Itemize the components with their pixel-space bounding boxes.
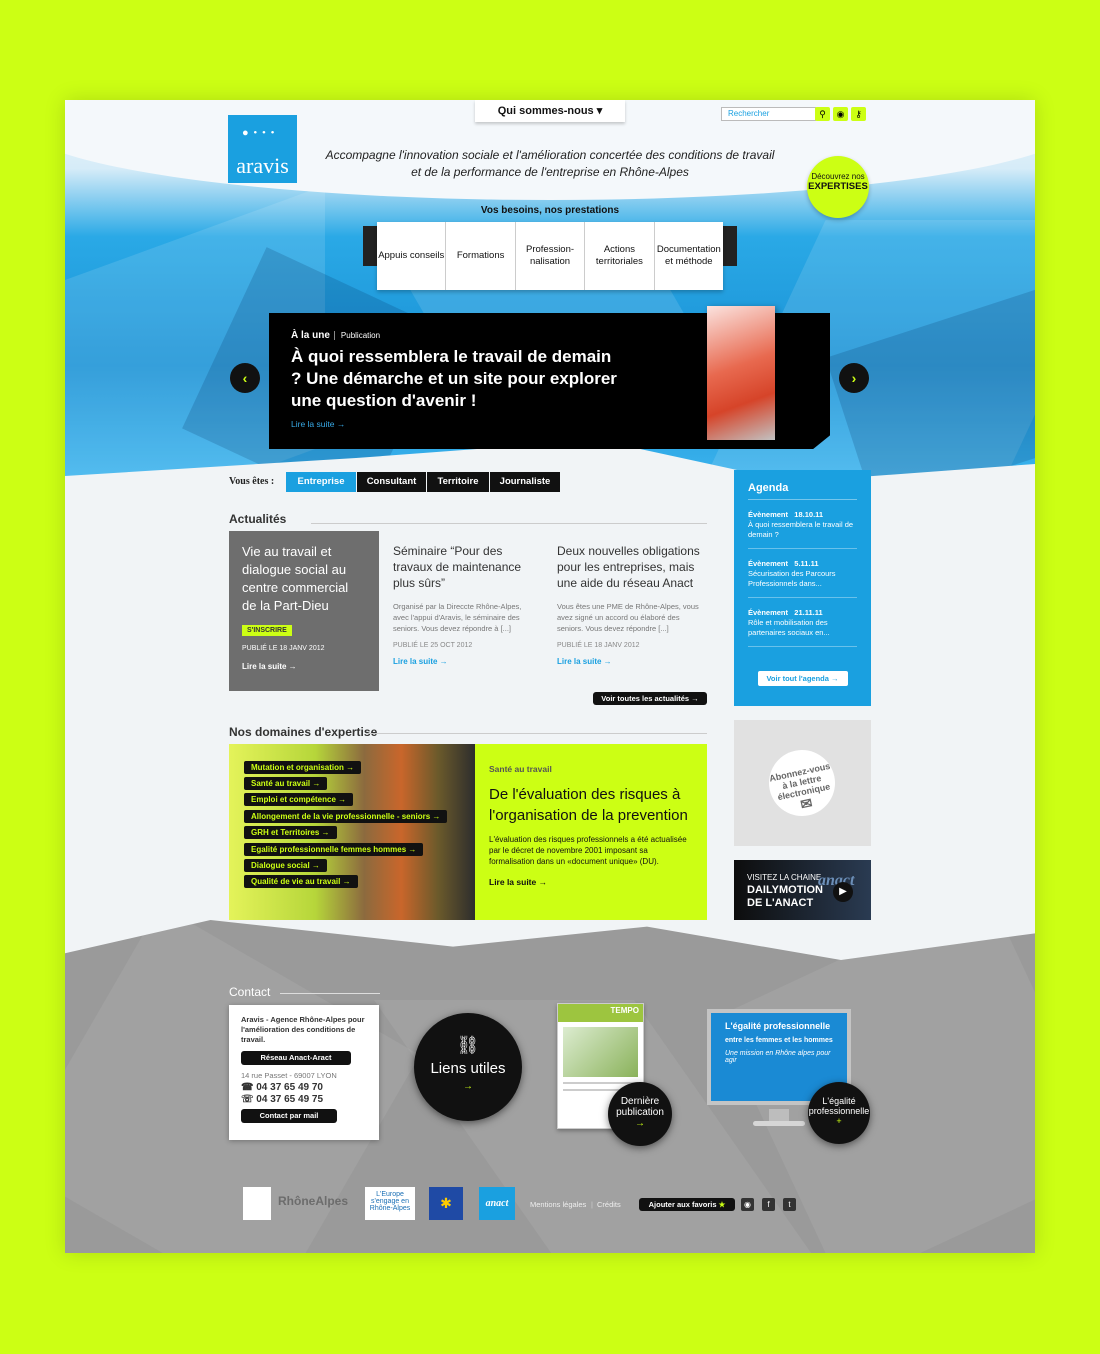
- search-input[interactable]: Rechercher: [721, 107, 816, 121]
- inscription-button[interactable]: S'INSCRIRE: [242, 625, 292, 636]
- all-news-button[interactable]: Voir toutes les actualités →: [593, 692, 707, 705]
- expertises-button[interactable]: Découvrez nos EXPERTISES: [807, 156, 869, 218]
- network-button[interactable]: Réseau Anact-Aract: [241, 1051, 351, 1065]
- equality-button[interactable]: L'égalité professionnelle +: [808, 1082, 870, 1144]
- audience-label: Vous êtes :: [229, 476, 275, 487]
- agenda-event[interactable]: Évènement 5.11.11 Sécurisation des Parcou…: [748, 559, 857, 598]
- nav-formations[interactable]: Formations: [446, 222, 516, 290]
- prev-arrow-icon[interactable]: ‹: [230, 363, 260, 393]
- expertise-item[interactable]: Santé au travail →: [244, 777, 328, 790]
- republique-logo[interactable]: [243, 1187, 271, 1220]
- expertise-read-more[interactable]: Lire la suite →: [489, 877, 693, 887]
- tab-journaliste[interactable]: Journaliste: [490, 472, 560, 492]
- nav-documentation[interactable]: Documentation et méthode: [655, 222, 723, 290]
- rhonealpes-logo[interactable]: RhôneAlpes: [278, 1194, 348, 1208]
- news-title: Actualités: [229, 512, 287, 526]
- credits-link[interactable]: Crédits: [597, 1200, 621, 1209]
- newsletter-box[interactable]: Abonnez-vous à la lettre électronique ✉: [734, 720, 871, 846]
- featured-read-more[interactable]: Lire la suite →: [291, 419, 345, 429]
- expertise-block: Mutation et organisation → Santé au trav…: [229, 744, 707, 920]
- publication-cover: [707, 306, 775, 440]
- facebook-icon[interactable]: f: [762, 1198, 775, 1211]
- expertise-item[interactable]: GRH et Territoires →: [244, 826, 337, 839]
- expertise-item[interactable]: Qualité de vie au travail →: [244, 875, 358, 888]
- tab-entreprise[interactable]: Entreprise: [286, 472, 356, 492]
- contact-title: Contact: [229, 985, 271, 999]
- expertise-item[interactable]: Allongement de la vie professionnelle - …: [244, 810, 448, 823]
- expertise-item[interactable]: Mutation et organisation →: [244, 761, 362, 774]
- nav-actions-territoriales[interactable]: Actions territoriales: [585, 222, 655, 290]
- all-agenda-button[interactable]: Voir tout l'agenda →: [757, 671, 848, 686]
- nav-professionnalisation[interactable]: Profession-nalisation: [516, 222, 586, 290]
- nav-appuis-conseils[interactable]: Appuis conseils: [377, 222, 447, 290]
- expertise-title: Nos domaines d'expertise: [229, 725, 378, 739]
- agenda-event[interactable]: Évènement 18.10.11 À quoi ressemblera le …: [748, 510, 857, 549]
- agenda-panel: Agenda Évènement 18.10.11 À quoi ressembl…: [734, 470, 871, 706]
- rss-icon[interactable]: ◉: [741, 1198, 754, 1211]
- tab-consultant[interactable]: Consultant: [357, 472, 426, 492]
- featured-title: À quoi ressemblera le travail de demain …: [291, 347, 617, 410]
- useful-links-button[interactable]: ⛓ Liens utiles →: [414, 1013, 522, 1121]
- contact-card: Aravis - Agence Rhône-Alpes pour l'améli…: [229, 1005, 379, 1140]
- favorites-button[interactable]: Ajouter aux favoris ★: [639, 1198, 735, 1211]
- contact-mail-button[interactable]: Contact par mail: [241, 1109, 337, 1123]
- page: Qui sommes-nous ▾ Rechercher ⚲ ◉ ⚷ ● • •…: [65, 100, 1035, 1253]
- main-nav: Appuis conseils Formations Profession-na…: [377, 222, 723, 290]
- logo[interactable]: ● • • • aravis: [228, 115, 297, 183]
- play-icon: ▶: [833, 882, 853, 902]
- star-icon: ★: [718, 1200, 726, 1209]
- logo-dots-icon: ● • • •: [242, 127, 276, 139]
- rss-icon[interactable]: ◉: [833, 107, 848, 121]
- news-item[interactable]: Deux nouvelles obligations pour les entr…: [557, 543, 702, 666]
- news-item[interactable]: Séminaire “Pour des travaux de maintenan…: [393, 543, 538, 666]
- featured-news[interactable]: Vie au travail et dialogue social au cen…: [229, 531, 379, 691]
- expertise-item[interactable]: Egalité professionnelle femmes hommes →: [244, 843, 424, 856]
- qui-sommes-nous-menu[interactable]: Qui sommes-nous ▾: [475, 100, 625, 122]
- tagline: Accompagne l'innovation sociale et l'amé…: [325, 148, 775, 179]
- dailymotion-banner[interactable]: VISITEZ LA CHAINE DAILYMOTION DE L'ANACT…: [734, 860, 871, 920]
- next-arrow-icon[interactable]: ›: [839, 363, 869, 393]
- agenda-event[interactable]: Évènement 21.11.11 Rôle et mobilisation d…: [748, 608, 857, 647]
- search-icon[interactable]: ⚲: [815, 107, 830, 121]
- nav-title: Vos besoins, nos prestations: [480, 205, 620, 216]
- phone-icon: ☎: [241, 1082, 257, 1093]
- key-icon[interactable]: ⚷: [851, 107, 866, 121]
- anact-logo[interactable]: anact: [479, 1187, 515, 1220]
- expertise-item[interactable]: Dialogue social →: [244, 859, 327, 872]
- latest-publication-button[interactable]: Dernière publication →: [608, 1082, 672, 1146]
- twitter-icon[interactable]: t: [783, 1198, 796, 1211]
- fax-icon: ☏: [241, 1094, 257, 1105]
- tab-territoire[interactable]: Territoire: [427, 472, 489, 492]
- link-icon: ⛓: [456, 1035, 480, 1055]
- europe-logo[interactable]: L'Europe s'engage en Rhône-Alpes: [365, 1187, 415, 1220]
- mentions-link[interactable]: Mentions légales: [530, 1200, 586, 1209]
- eu-flag-icon[interactable]: ✱: [429, 1187, 463, 1220]
- expertise-item[interactable]: Emploi et compétence →: [244, 793, 354, 806]
